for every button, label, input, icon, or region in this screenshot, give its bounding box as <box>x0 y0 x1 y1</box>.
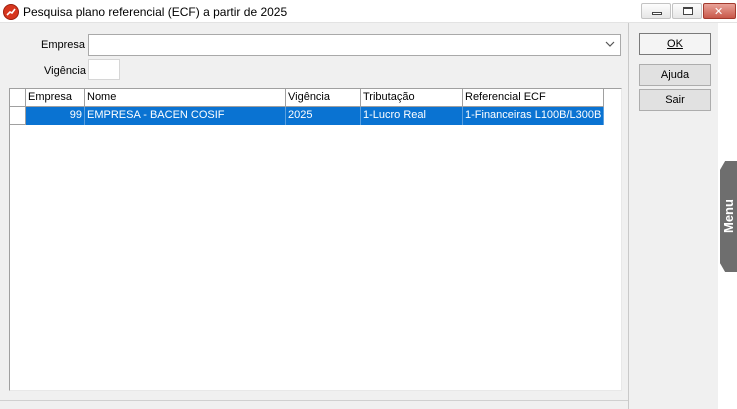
chevron-down-icon[interactable] <box>604 38 616 53</box>
panel-divider <box>628 23 629 409</box>
grid-header: Empresa Nome Vigência Tributação Referen… <box>10 89 604 107</box>
window-title: Pesquisa plano referencial (ECF) a parti… <box>23 5 288 19</box>
table-row[interactable]: 99 EMPRESA - BACEN COSIF 2025 1-Lucro Re… <box>10 107 604 125</box>
header-indicator <box>10 89 26 107</box>
exit-button[interactable]: Sair <box>639 89 711 111</box>
close-icon: ✕ <box>714 6 724 18</box>
column-header-nome[interactable]: Nome <box>85 89 286 107</box>
vigencia-label: Vigência <box>44 65 86 77</box>
bottom-divider <box>0 400 628 401</box>
column-header-referencial[interactable]: Referencial ECF <box>463 89 604 107</box>
cell-empresa[interactable]: 99 <box>26 107 85 125</box>
minimize-icon <box>652 12 662 15</box>
row-indicator[interactable] <box>10 107 26 125</box>
column-header-empresa[interactable]: Empresa <box>26 89 85 107</box>
column-header-tributacao[interactable]: Tributação <box>361 89 463 107</box>
column-header-vigencia[interactable]: Vigência <box>286 89 361 107</box>
empresa-label: Empresa <box>41 39 86 51</box>
help-button[interactable]: Ajuda <box>639 64 711 86</box>
results-grid[interactable]: Empresa Nome Vigência Tributação Referen… <box>9 88 622 391</box>
title-bar[interactable]: Pesquisa plano referencial (ECF) a parti… <box>0 0 737 23</box>
close-button[interactable]: ✕ <box>703 3 736 19</box>
cell-tributacao[interactable]: 1-Lucro Real <box>361 107 463 125</box>
cell-vigencia[interactable]: 2025 <box>286 107 361 125</box>
cell-nome[interactable]: EMPRESA - BACEN COSIF <box>85 107 286 125</box>
cell-referencial[interactable]: 1-Financeiras L100B/L300B <box>463 107 604 125</box>
ok-button-label: OK <box>667 38 683 50</box>
app-icon <box>3 4 19 20</box>
maximize-icon <box>683 7 693 15</box>
vigencia-input[interactable] <box>88 59 120 80</box>
dialog-window: Pesquisa plano referencial (ECF) a parti… <box>0 0 737 409</box>
minimize-button[interactable] <box>641 3 671 19</box>
empresa-select[interactable] <box>88 34 621 56</box>
menu-tab-label: Menu <box>721 199 736 233</box>
ok-button[interactable]: OK <box>639 33 711 55</box>
maximize-button[interactable] <box>672 3 702 19</box>
help-button-label: Ajuda <box>660 69 690 81</box>
exit-button-label: Sair <box>665 94 685 106</box>
